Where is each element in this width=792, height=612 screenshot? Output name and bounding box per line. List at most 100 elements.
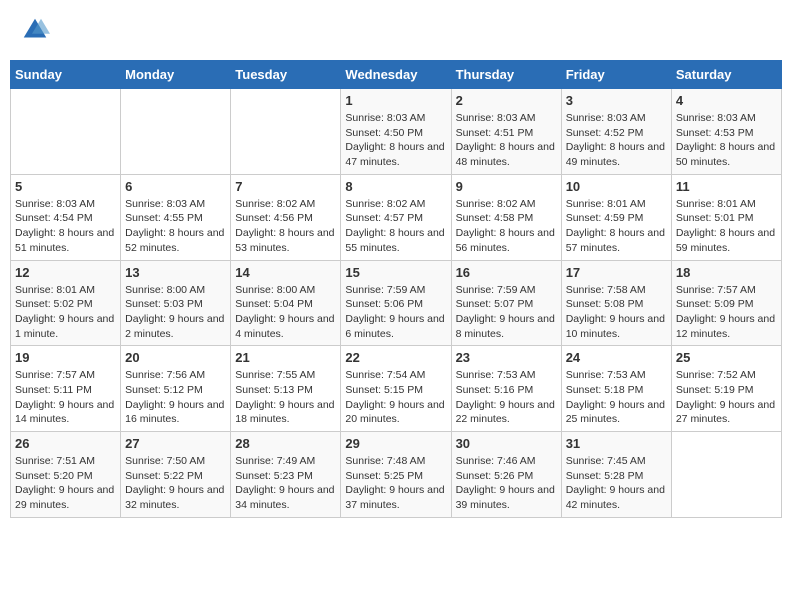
day-info: Sunrise: 7:48 AM Sunset: 5:25 PM Dayligh… — [345, 454, 446, 513]
day-info: Sunrise: 7:54 AM Sunset: 5:15 PM Dayligh… — [345, 368, 446, 427]
weekday-header-sunday: Sunday — [11, 61, 121, 89]
day-number: 9 — [456, 179, 557, 194]
day-cell: 15Sunrise: 7:59 AM Sunset: 5:06 PM Dayli… — [341, 260, 451, 346]
weekday-header-saturday: Saturday — [671, 61, 781, 89]
day-number: 30 — [456, 436, 557, 451]
day-number: 19 — [15, 350, 116, 365]
day-cell: 12 Sunrise: 8:01 AM Sunset: 5:02 PM Dayli… — [11, 260, 121, 346]
day-number: 16 — [456, 265, 557, 280]
day-number: 10 — [566, 179, 667, 194]
day-cell: 3 Sunrise: 8:03 AM Sunset: 4:52 PM Daylig… — [561, 89, 671, 175]
day-info: Sunrise: 7:46 AM Sunset: 5:26 PM Dayligh… — [456, 454, 557, 513]
day-info: Sunrise: 7:50 AM Sunset: 5:22 PM Dayligh… — [125, 454, 226, 513]
day-info: Sunrise: 8:02 AM Sunset: 4:57 PM Dayligh… — [345, 197, 446, 256]
day-number: 26 — [15, 436, 116, 451]
day-cell: 14 Sunrise: 8:00 AM Sunset: 5:04 PM Dayli… — [231, 260, 341, 346]
day-number: 12 — [15, 265, 116, 280]
header — [10, 10, 782, 50]
day-info: Sunrise: 7:51 AM Sunset: 5:20 PM Dayligh… — [15, 454, 116, 513]
day-info: Sunrise: 7:49 AM Sunset: 5:23 PM Dayligh… — [235, 454, 336, 513]
day-number: 31 — [566, 436, 667, 451]
day-info: Sunrise: 8:03 AM Sunset: 4:52 PM Dayligh… — [566, 111, 667, 170]
day-number: 20 — [125, 350, 226, 365]
day-info: Sunrise: 7:56 AM Sunset: 5:12 PM Dayligh… — [125, 368, 226, 427]
day-info: Sunrise: 8:03 AM Sunset: 4:55 PM Dayligh… — [125, 197, 226, 256]
day-cell: 2Sunrise: 8:03 AM Sunset: 4:51 PM Daylig… — [451, 89, 561, 175]
weekday-header-tuesday: Tuesday — [231, 61, 341, 89]
day-info: Sunrise: 8:03 AM Sunset: 4:50 PM Dayligh… — [345, 111, 446, 170]
week-row-4: 19Sunrise: 7:57 AM Sunset: 5:11 PM Dayli… — [11, 346, 782, 432]
day-number: 24 — [566, 350, 667, 365]
logo-icon — [20, 15, 50, 45]
logo — [20, 15, 54, 45]
day-cell — [671, 432, 781, 518]
weekday-header-row: SundayMondayTuesdayWednesdayThursdayFrid… — [11, 61, 782, 89]
day-cell — [121, 89, 231, 175]
day-cell: 6 Sunrise: 8:03 AM Sunset: 4:55 PM Daylig… — [121, 174, 231, 260]
day-cell: 18Sunrise: 7:57 AM Sunset: 5:09 PM Dayli… — [671, 260, 781, 346]
day-number: 2 — [456, 93, 557, 108]
day-number: 28 — [235, 436, 336, 451]
day-number: 27 — [125, 436, 226, 451]
day-info: Sunrise: 8:00 AM Sunset: 5:04 PM Dayligh… — [235, 283, 336, 342]
day-cell: 28 Sunrise: 7:49 AM Sunset: 5:23 PM Dayli… — [231, 432, 341, 518]
day-number: 17 — [566, 265, 667, 280]
day-cell: 29 Sunrise: 7:48 AM Sunset: 5:25 PM Dayli… — [341, 432, 451, 518]
day-cell: 4 Sunrise: 8:03 AM Sunset: 4:53 PM Daylig… — [671, 89, 781, 175]
day-cell: 25 Sunrise: 7:52 AM Sunset: 5:19 PM Dayli… — [671, 346, 781, 432]
day-cell: 1 Sunrise: 8:03 AM Sunset: 4:50 PM Daylig… — [341, 89, 451, 175]
day-number: 29 — [345, 436, 446, 451]
day-cell — [11, 89, 121, 175]
day-number: 13 — [125, 265, 226, 280]
week-row-3: 12 Sunrise: 8:01 AM Sunset: 5:02 PM Dayli… — [11, 260, 782, 346]
day-cell: 24 Sunrise: 7:53 AM Sunset: 5:18 PM Dayli… — [561, 346, 671, 432]
day-cell: 26 Sunrise: 7:51 AM Sunset: 5:20 PM Dayli… — [11, 432, 121, 518]
day-info: Sunrise: 7:55 AM Sunset: 5:13 PM Dayligh… — [235, 368, 336, 427]
week-row-1: 1 Sunrise: 8:03 AM Sunset: 4:50 PM Daylig… — [11, 89, 782, 175]
day-number: 14 — [235, 265, 336, 280]
day-cell: 16Sunrise: 7:59 AM Sunset: 5:07 PM Dayli… — [451, 260, 561, 346]
day-number: 21 — [235, 350, 336, 365]
week-row-2: 5Sunrise: 8:03 AM Sunset: 4:54 PM Daylig… — [11, 174, 782, 260]
day-number: 7 — [235, 179, 336, 194]
day-number: 6 — [125, 179, 226, 194]
day-info: Sunrise: 8:01 AM Sunset: 4:59 PM Dayligh… — [566, 197, 667, 256]
day-cell: 7 Sunrise: 8:02 AM Sunset: 4:56 PM Daylig… — [231, 174, 341, 260]
day-number: 4 — [676, 93, 777, 108]
day-info: Sunrise: 7:58 AM Sunset: 5:08 PM Dayligh… — [566, 283, 667, 342]
weekday-header-thursday: Thursday — [451, 61, 561, 89]
weekday-header-friday: Friday — [561, 61, 671, 89]
day-number: 1 — [345, 93, 446, 108]
calendar-table: SundayMondayTuesdayWednesdayThursdayFrid… — [10, 60, 782, 518]
weekday-header-monday: Monday — [121, 61, 231, 89]
day-info: Sunrise: 8:00 AM Sunset: 5:03 PM Dayligh… — [125, 283, 226, 342]
day-cell: 5Sunrise: 8:03 AM Sunset: 4:54 PM Daylig… — [11, 174, 121, 260]
day-number: 5 — [15, 179, 116, 194]
weekday-header-wednesday: Wednesday — [341, 61, 451, 89]
day-cell: 22 Sunrise: 7:54 AM Sunset: 5:15 PM Dayli… — [341, 346, 451, 432]
day-number: 22 — [345, 350, 446, 365]
day-number: 3 — [566, 93, 667, 108]
day-number: 15 — [345, 265, 446, 280]
day-cell: 19Sunrise: 7:57 AM Sunset: 5:11 PM Dayli… — [11, 346, 121, 432]
day-info: Sunrise: 8:03 AM Sunset: 4:53 PM Dayligh… — [676, 111, 777, 170]
day-cell — [231, 89, 341, 175]
day-info: Sunrise: 8:02 AM Sunset: 4:56 PM Dayligh… — [235, 197, 336, 256]
day-cell: 11 Sunrise: 8:01 AM Sunset: 5:01 PM Dayli… — [671, 174, 781, 260]
day-number: 23 — [456, 350, 557, 365]
day-cell: 21 Sunrise: 7:55 AM Sunset: 5:13 PM Dayli… — [231, 346, 341, 432]
day-number: 11 — [676, 179, 777, 194]
day-info: Sunrise: 7:45 AM Sunset: 5:28 PM Dayligh… — [566, 454, 667, 513]
day-number: 25 — [676, 350, 777, 365]
day-cell: 17 Sunrise: 7:58 AM Sunset: 5:08 PM Dayli… — [561, 260, 671, 346]
day-cell: 13 Sunrise: 8:00 AM Sunset: 5:03 PM Dayli… — [121, 260, 231, 346]
day-info: Sunrise: 7:53 AM Sunset: 5:18 PM Dayligh… — [566, 368, 667, 427]
day-info: Sunrise: 8:01 AM Sunset: 5:01 PM Dayligh… — [676, 197, 777, 256]
day-info: Sunrise: 7:57 AM Sunset: 5:09 PM Dayligh… — [676, 283, 777, 342]
day-cell: 27 Sunrise: 7:50 AM Sunset: 5:22 PM Dayli… — [121, 432, 231, 518]
week-row-5: 26 Sunrise: 7:51 AM Sunset: 5:20 PM Dayli… — [11, 432, 782, 518]
day-info: Sunrise: 7:52 AM Sunset: 5:19 PM Dayligh… — [676, 368, 777, 427]
day-number: 8 — [345, 179, 446, 194]
day-info: Sunrise: 8:01 AM Sunset: 5:02 PM Dayligh… — [15, 283, 116, 342]
day-cell: 10 Sunrise: 8:01 AM Sunset: 4:59 PM Dayli… — [561, 174, 671, 260]
